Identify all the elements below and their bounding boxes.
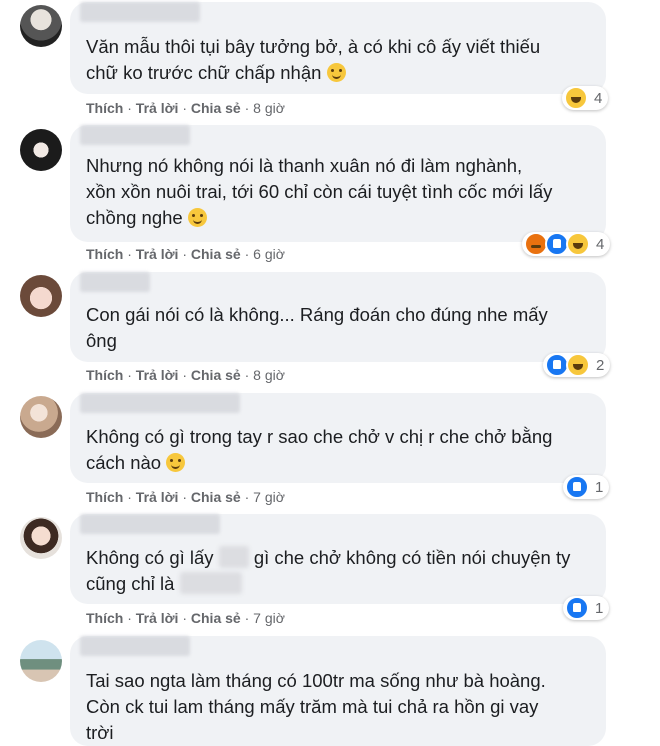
comment-bubble: Văn mẫu thôi tụi bây tưởng bở, à có khi … bbox=[70, 2, 606, 94]
reply-link[interactable]: Trả lời bbox=[136, 610, 179, 626]
reaction-summary[interactable]: 4 bbox=[562, 86, 609, 110]
share-link[interactable]: Chia sẻ bbox=[191, 246, 241, 262]
reaction-summary[interactable]: 4 bbox=[522, 232, 611, 256]
comment-actions: Thích · Trả lời · Chia sẻ · 8 giờ bbox=[86, 367, 285, 383]
smile-emoji-icon bbox=[187, 208, 207, 227]
avatar[interactable] bbox=[20, 5, 62, 47]
reaction-summary[interactable]: 1 bbox=[563, 596, 610, 620]
commenter-name-blurred[interactable] bbox=[80, 2, 200, 22]
comment-6: Tai sao ngta làm tháng có 100tr ma sống … bbox=[0, 636, 660, 746]
share-link[interactable]: Chia sẻ bbox=[191, 610, 241, 626]
redacted-word bbox=[179, 572, 242, 594]
comment-text: Nhưng nó không nói là thanh xuân nó đi l… bbox=[86, 155, 553, 228]
reply-link[interactable]: Trả lời bbox=[136, 489, 179, 505]
like-link[interactable]: Thích bbox=[86, 610, 123, 626]
comment-actions: Thích · Trả lời · Chia sẻ · 6 giờ bbox=[86, 246, 285, 262]
comment-4: Không có gì trong tay r sao che chở v ch… bbox=[0, 393, 660, 511]
comment-text: Văn mẫu thôi tụi bây tưởng bở, à có khi … bbox=[86, 36, 541, 83]
comment-text: Tai sao ngta làm tháng có 100tr ma sống … bbox=[86, 670, 546, 743]
grin-emoji-icon bbox=[166, 453, 186, 472]
avatar[interactable] bbox=[20, 640, 62, 682]
haha-icon bbox=[566, 232, 590, 256]
share-link[interactable]: Chia sẻ bbox=[191, 489, 241, 505]
reaction-summary[interactable]: 2 bbox=[543, 353, 611, 377]
reaction-summary[interactable]: 1 bbox=[563, 475, 610, 499]
comment-bubble: Con gái nói có là không... Ráng đoán cho… bbox=[70, 272, 606, 362]
redacted-word bbox=[218, 546, 249, 568]
comment-text: Không có gì trong tay r sao che chở v ch… bbox=[86, 426, 553, 473]
comment-time[interactable]: 7 giờ bbox=[253, 610, 285, 626]
comment-bubble: Không có gì trong tay r sao che chở v ch… bbox=[70, 393, 606, 483]
haha-icon bbox=[566, 353, 590, 377]
commenter-name-blurred[interactable] bbox=[80, 125, 190, 145]
like-link[interactable]: Thích bbox=[86, 489, 123, 505]
comment-time[interactable]: 8 giờ bbox=[253, 100, 285, 116]
comment-time[interactable]: 6 giờ bbox=[253, 246, 285, 262]
share-link[interactable]: Chia sẻ bbox=[191, 100, 241, 116]
comment-3: Con gái nói có là không... Ráng đoán cho… bbox=[0, 272, 660, 390]
commenter-name-blurred[interactable] bbox=[80, 272, 150, 292]
reply-link[interactable]: Trả lời bbox=[136, 367, 179, 383]
commenter-name-blurred[interactable] bbox=[80, 393, 240, 413]
comment-text: Không có gì lấy gì che chở không có tiền… bbox=[86, 546, 571, 594]
comment-actions: Thích · Trả lời · Chia sẻ · 8 giờ bbox=[86, 100, 285, 116]
comment-5: Không có gì lấy gì che chở không có tiền… bbox=[0, 514, 660, 632]
reply-link[interactable]: Trả lời bbox=[136, 100, 179, 116]
like-icon bbox=[565, 596, 589, 620]
comment-bubble: Nhưng nó không nói là thanh xuân nó đi l… bbox=[70, 125, 606, 242]
avatar[interactable] bbox=[20, 129, 62, 171]
commenter-name-blurred[interactable] bbox=[80, 514, 220, 534]
comment-time[interactable]: 7 giờ bbox=[253, 489, 285, 505]
comment-bubble: Không có gì lấy gì che chở không có tiền… bbox=[70, 514, 606, 604]
avatar[interactable] bbox=[20, 396, 62, 438]
comment-1: Văn mẫu thôi tụi bây tưởng bở, à có khi … bbox=[0, 0, 660, 120]
laughing-emoji-icon bbox=[326, 63, 346, 82]
haha-icon bbox=[564, 86, 588, 110]
share-link[interactable]: Chia sẻ bbox=[191, 367, 241, 383]
like-link[interactable]: Thích bbox=[86, 246, 123, 262]
like-link[interactable]: Thích bbox=[86, 367, 123, 383]
comment-bubble: Tai sao ngta làm tháng có 100tr ma sống … bbox=[70, 636, 606, 746]
commenter-name-blurred[interactable] bbox=[80, 636, 190, 656]
avatar[interactable] bbox=[20, 275, 62, 317]
comment-actions: Thích · Trả lời · Chia sẻ · 7 giờ bbox=[86, 489, 285, 505]
reply-link[interactable]: Trả lời bbox=[136, 246, 179, 262]
comment-actions: Thích · Trả lời · Chia sẻ · 7 giờ bbox=[86, 610, 285, 626]
comment-time[interactable]: 8 giờ bbox=[253, 367, 285, 383]
like-link[interactable]: Thích bbox=[86, 100, 123, 116]
comment-2: Nhưng nó không nói là thanh xuân nó đi l… bbox=[0, 125, 660, 270]
comment-text: Con gái nói có là không... Ráng đoán cho… bbox=[86, 304, 548, 351]
avatar[interactable] bbox=[20, 517, 62, 559]
like-icon bbox=[565, 475, 589, 499]
